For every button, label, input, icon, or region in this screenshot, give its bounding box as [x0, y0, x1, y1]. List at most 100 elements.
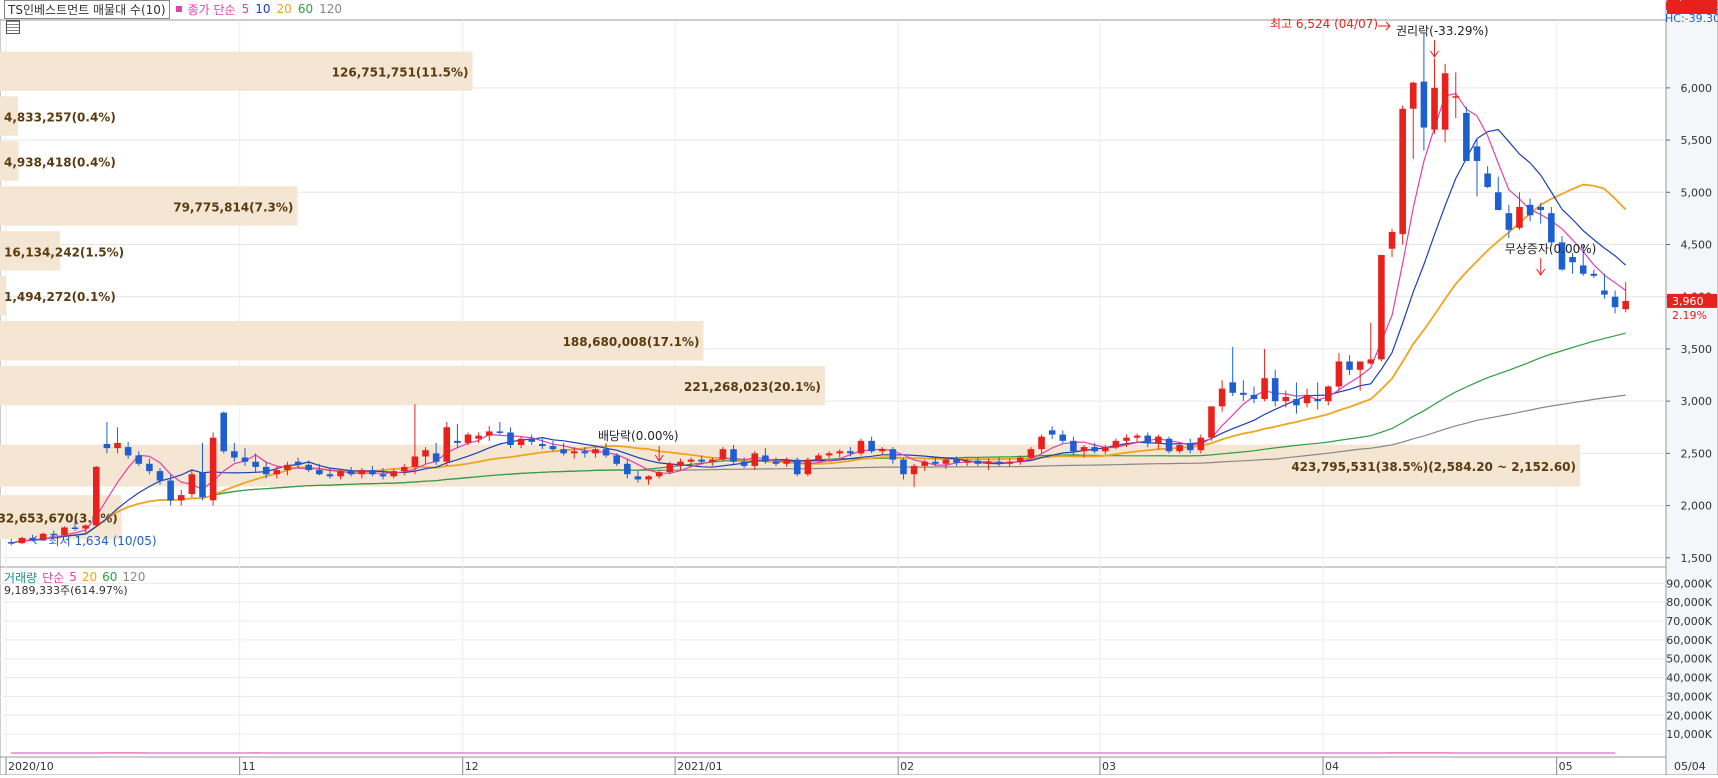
candle-body[interactable]	[730, 449, 737, 462]
candle-body[interactable]	[1017, 458, 1024, 462]
candle-body[interactable]	[985, 462, 992, 464]
candle-body[interactable]	[1378, 255, 1385, 359]
candle-body[interactable]	[1357, 361, 1364, 369]
candle-body[interactable]	[497, 431, 504, 433]
candle-body[interactable]	[1070, 441, 1077, 451]
candle-body[interactable]	[1251, 395, 1258, 399]
candle-body[interactable]	[826, 453, 833, 455]
candle-body[interactable]	[475, 436, 482, 439]
candle-body[interactable]	[486, 431, 493, 435]
candle-body[interactable]	[1038, 437, 1045, 450]
candle-body[interactable]	[189, 474, 196, 494]
candle-body[interactable]	[1113, 441, 1120, 447]
candle-body[interactable]	[1452, 96, 1459, 98]
candle-body[interactable]	[656, 472, 663, 476]
candle-body[interactable]	[1325, 387, 1332, 402]
candle-body[interactable]	[263, 467, 270, 474]
candle-body[interactable]	[1006, 462, 1013, 464]
candle-body[interactable]	[1176, 445, 1183, 451]
candle-body[interactable]	[125, 447, 132, 455]
candle-body[interactable]	[412, 456, 419, 466]
candle-body[interactable]	[465, 435, 472, 443]
candle-body[interactable]	[879, 449, 886, 451]
ma-period-20[interactable]: 20	[277, 2, 292, 16]
candle-body[interactable]	[1601, 290, 1608, 294]
candle-body[interactable]	[953, 460, 960, 463]
candle-body[interactable]	[316, 470, 323, 474]
candle-body[interactable]	[1198, 438, 1205, 451]
candle-body[interactable]	[274, 470, 281, 474]
candle-body[interactable]	[582, 451, 589, 453]
candle-body[interactable]	[305, 465, 312, 470]
candle-body[interactable]	[1229, 382, 1236, 392]
candle-body[interactable]	[921, 462, 928, 466]
candle-body[interactable]	[751, 453, 758, 466]
candle-body[interactable]	[1144, 436, 1151, 443]
candle-body[interactable]	[1569, 257, 1576, 262]
candle-body[interactable]	[1314, 399, 1321, 401]
candle-body[interactable]	[1091, 447, 1098, 451]
candle-body[interactable]	[114, 443, 121, 448]
candle-body[interactable]	[1410, 83, 1417, 109]
candle-body[interactable]	[40, 534, 47, 540]
candle-body[interactable]	[433, 453, 440, 461]
candle-body[interactable]	[167, 481, 174, 501]
ma-label[interactable]: 종가 단순	[188, 1, 236, 18]
candle-body[interactable]	[550, 446, 557, 449]
candle-body[interactable]	[82, 525, 89, 528]
candle-body[interactable]	[698, 460, 705, 462]
candle-body[interactable]	[1304, 395, 1311, 403]
candle-body[interactable]	[677, 462, 684, 466]
indicator-title[interactable]: TS인베스트먼트 매물대 수(10)	[4, 0, 170, 19]
candle-body[interactable]	[571, 451, 578, 453]
candle-body[interactable]	[709, 460, 716, 462]
candle-body[interactable]	[1102, 447, 1109, 451]
candle-body[interactable]	[858, 441, 865, 454]
candle-body[interactable]	[1431, 88, 1438, 130]
candle-body[interactable]	[401, 467, 408, 471]
candle-body[interactable]	[1049, 430, 1056, 434]
candle-body[interactable]	[667, 464, 674, 472]
candle-body[interactable]	[380, 474, 387, 476]
candle-body[interactable]	[1240, 393, 1247, 395]
candle-body[interactable]	[337, 471, 344, 476]
candle-body[interactable]	[252, 462, 259, 467]
candle-body[interactable]	[1059, 435, 1066, 441]
candle-body[interactable]	[443, 427, 450, 461]
candle-body[interactable]	[178, 495, 185, 500]
candle-body[interactable]	[146, 464, 153, 471]
candle-body[interactable]	[1283, 397, 1290, 401]
candle-body[interactable]	[369, 470, 376, 474]
candle-body[interactable]	[1261, 378, 1268, 399]
candle-body[interactable]	[624, 464, 631, 474]
candle-body[interactable]	[847, 451, 854, 453]
candle-body[interactable]	[1474, 146, 1481, 161]
candle-body[interactable]	[975, 461, 982, 464]
candle-body[interactable]	[1516, 207, 1523, 228]
candle-body[interactable]	[359, 470, 366, 474]
candle-body[interactable]	[783, 460, 790, 464]
candle-body[interactable]	[1081, 447, 1088, 451]
candle-body[interactable]	[1495, 192, 1502, 210]
candle-body[interactable]	[603, 449, 610, 455]
candle-body[interactable]	[104, 444, 111, 448]
candle-body[interactable]	[592, 449, 599, 453]
candle-body[interactable]	[1187, 444, 1194, 450]
candle-body[interactable]	[996, 462, 1003, 464]
candle-body[interactable]	[741, 462, 748, 466]
candle-body[interactable]	[613, 455, 620, 463]
candle-body[interactable]	[157, 471, 164, 480]
candle-body[interactable]	[518, 439, 525, 445]
candle-body[interactable]	[72, 527, 79, 529]
candle-body[interactable]	[1336, 361, 1343, 386]
candle-body[interactable]	[773, 462, 780, 464]
candle-body[interactable]	[911, 466, 918, 474]
candle-body[interactable]	[1442, 73, 1449, 129]
candle-body[interactable]	[348, 471, 355, 474]
candle-body[interactable]	[900, 460, 907, 475]
candle-body[interactable]	[1293, 399, 1300, 405]
ma-period-120[interactable]: 120	[319, 2, 342, 16]
candle-body[interactable]	[8, 542, 15, 544]
candle-body[interactable]	[932, 462, 939, 464]
candle-body[interactable]	[1134, 436, 1141, 438]
